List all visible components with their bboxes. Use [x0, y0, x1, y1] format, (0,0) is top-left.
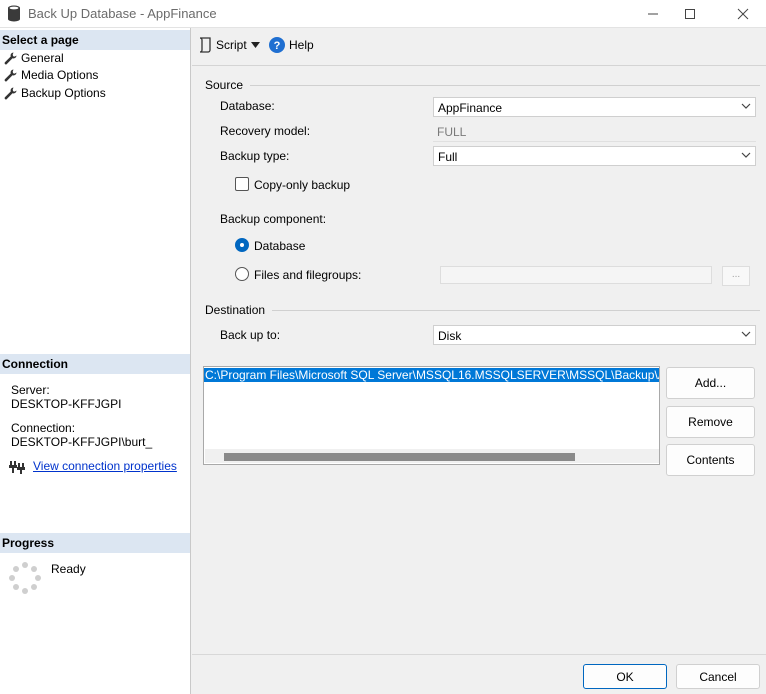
dropdown-arrow-icon — [250, 42, 260, 48]
script-button[interactable]: Script — [198, 35, 260, 55]
minimize-icon — [648, 13, 658, 15]
destination-group-label: Destination — [205, 303, 266, 317]
chevron-down-icon — [741, 331, 751, 337]
help-button[interactable]: ? Help — [269, 35, 314, 55]
page-item-backup-options[interactable]: Backup Options — [4, 84, 106, 102]
maximize-button[interactable] — [667, 0, 713, 28]
list-item[interactable]: C:\Program Files\Microsoft SQL Server\MS… — [204, 368, 659, 382]
component-files-label[interactable]: Files and filegroups: — [254, 268, 361, 282]
server-label: Server: — [11, 383, 50, 397]
database-icon — [8, 5, 20, 22]
wrench-icon — [4, 87, 17, 99]
page-item-label: General — [21, 51, 64, 65]
connection-value: DESKTOP-KFFJGPI\burt_ — [11, 435, 153, 449]
server-value: DESKTOP-KFFJGPI — [11, 397, 122, 411]
connection-properties-icon — [9, 461, 25, 474]
copy-only-checkbox[interactable] — [235, 177, 249, 191]
chevron-down-icon — [741, 103, 751, 109]
cancel-button[interactable]: Cancel — [676, 664, 760, 689]
view-connection-properties-link[interactable]: View connection properties — [33, 459, 177, 473]
script-label: Script — [216, 38, 247, 52]
horizontal-scrollbar[interactable] — [205, 449, 659, 463]
destination-divider — [272, 310, 760, 311]
filegroups-field — [440, 266, 712, 284]
database-combo[interactable]: AppFinance — [433, 97, 756, 117]
backup-type-value: Full — [438, 150, 458, 164]
left-pane: Select a page General Media Options Back… — [0, 28, 191, 694]
wrench-icon — [4, 69, 17, 81]
title-bar: Back Up Database - AppFinance — [0, 0, 766, 28]
page-item-label: Media Options — [21, 68, 99, 82]
page-item-media-options[interactable]: Media Options — [4, 66, 98, 84]
page-item-label: Backup Options — [21, 86, 106, 100]
backup-destination-list[interactable]: C:\Program Files\Microsoft SQL Server\MS… — [203, 366, 660, 465]
contents-button[interactable]: Contents — [666, 444, 755, 476]
database-value: AppFinance — [438, 101, 503, 115]
remove-button[interactable]: Remove — [666, 406, 755, 438]
source-group-label: Source — [205, 78, 244, 92]
component-files-radio[interactable] — [235, 267, 249, 281]
help-icon: ? — [269, 37, 285, 53]
toolbar: Script ? Help — [192, 28, 766, 66]
ok-button[interactable]: OK — [583, 664, 667, 689]
backup-type-combo[interactable]: Full — [433, 146, 756, 166]
backup-type-label: Backup type: — [220, 149, 290, 163]
copy-only-label[interactable]: Copy-only backup — [254, 178, 350, 192]
script-icon — [199, 37, 211, 53]
maximize-icon — [685, 9, 695, 19]
recovery-model-label: Recovery model: — [220, 124, 311, 138]
progress-header: Progress — [0, 533, 190, 553]
help-label: Help — [289, 38, 314, 52]
back-up-to-label: Back up to: — [220, 328, 281, 342]
close-button[interactable] — [720, 0, 766, 28]
close-icon — [737, 8, 749, 20]
scrollbar-thumb[interactable] — [224, 453, 575, 461]
add-button[interactable]: Add... — [666, 367, 755, 399]
backup-component-label: Backup component: — [220, 212, 327, 226]
svg-text:?: ? — [274, 40, 281, 52]
component-database-label[interactable]: Database — [254, 239, 305, 253]
connection-label: Connection: — [11, 421, 76, 435]
back-up-to-value: Disk — [438, 329, 462, 343]
window-title: Back Up Database - AppFinance — [28, 6, 217, 21]
component-database-radio[interactable] — [235, 238, 249, 252]
dialog-footer: OK Cancel — [192, 654, 766, 694]
source-divider — [250, 85, 760, 86]
select-page-header: Select a page — [0, 30, 190, 50]
wrench-icon — [4, 52, 17, 64]
recovery-model-value: FULL — [433, 122, 756, 142]
database-label: Database: — [220, 99, 275, 113]
page-item-general[interactable]: General — [4, 49, 64, 67]
back-up-to-combo[interactable]: Disk — [433, 325, 756, 345]
progress-spinner-icon — [9, 562, 41, 594]
chevron-down-icon — [741, 152, 751, 158]
progress-status: Ready — [51, 562, 86, 576]
connection-header: Connection — [0, 354, 190, 374]
main-pane: Script ? Help Source Database: AppFinanc… — [192, 28, 766, 654]
filegroups-browse-button[interactable]: ... — [722, 266, 750, 286]
